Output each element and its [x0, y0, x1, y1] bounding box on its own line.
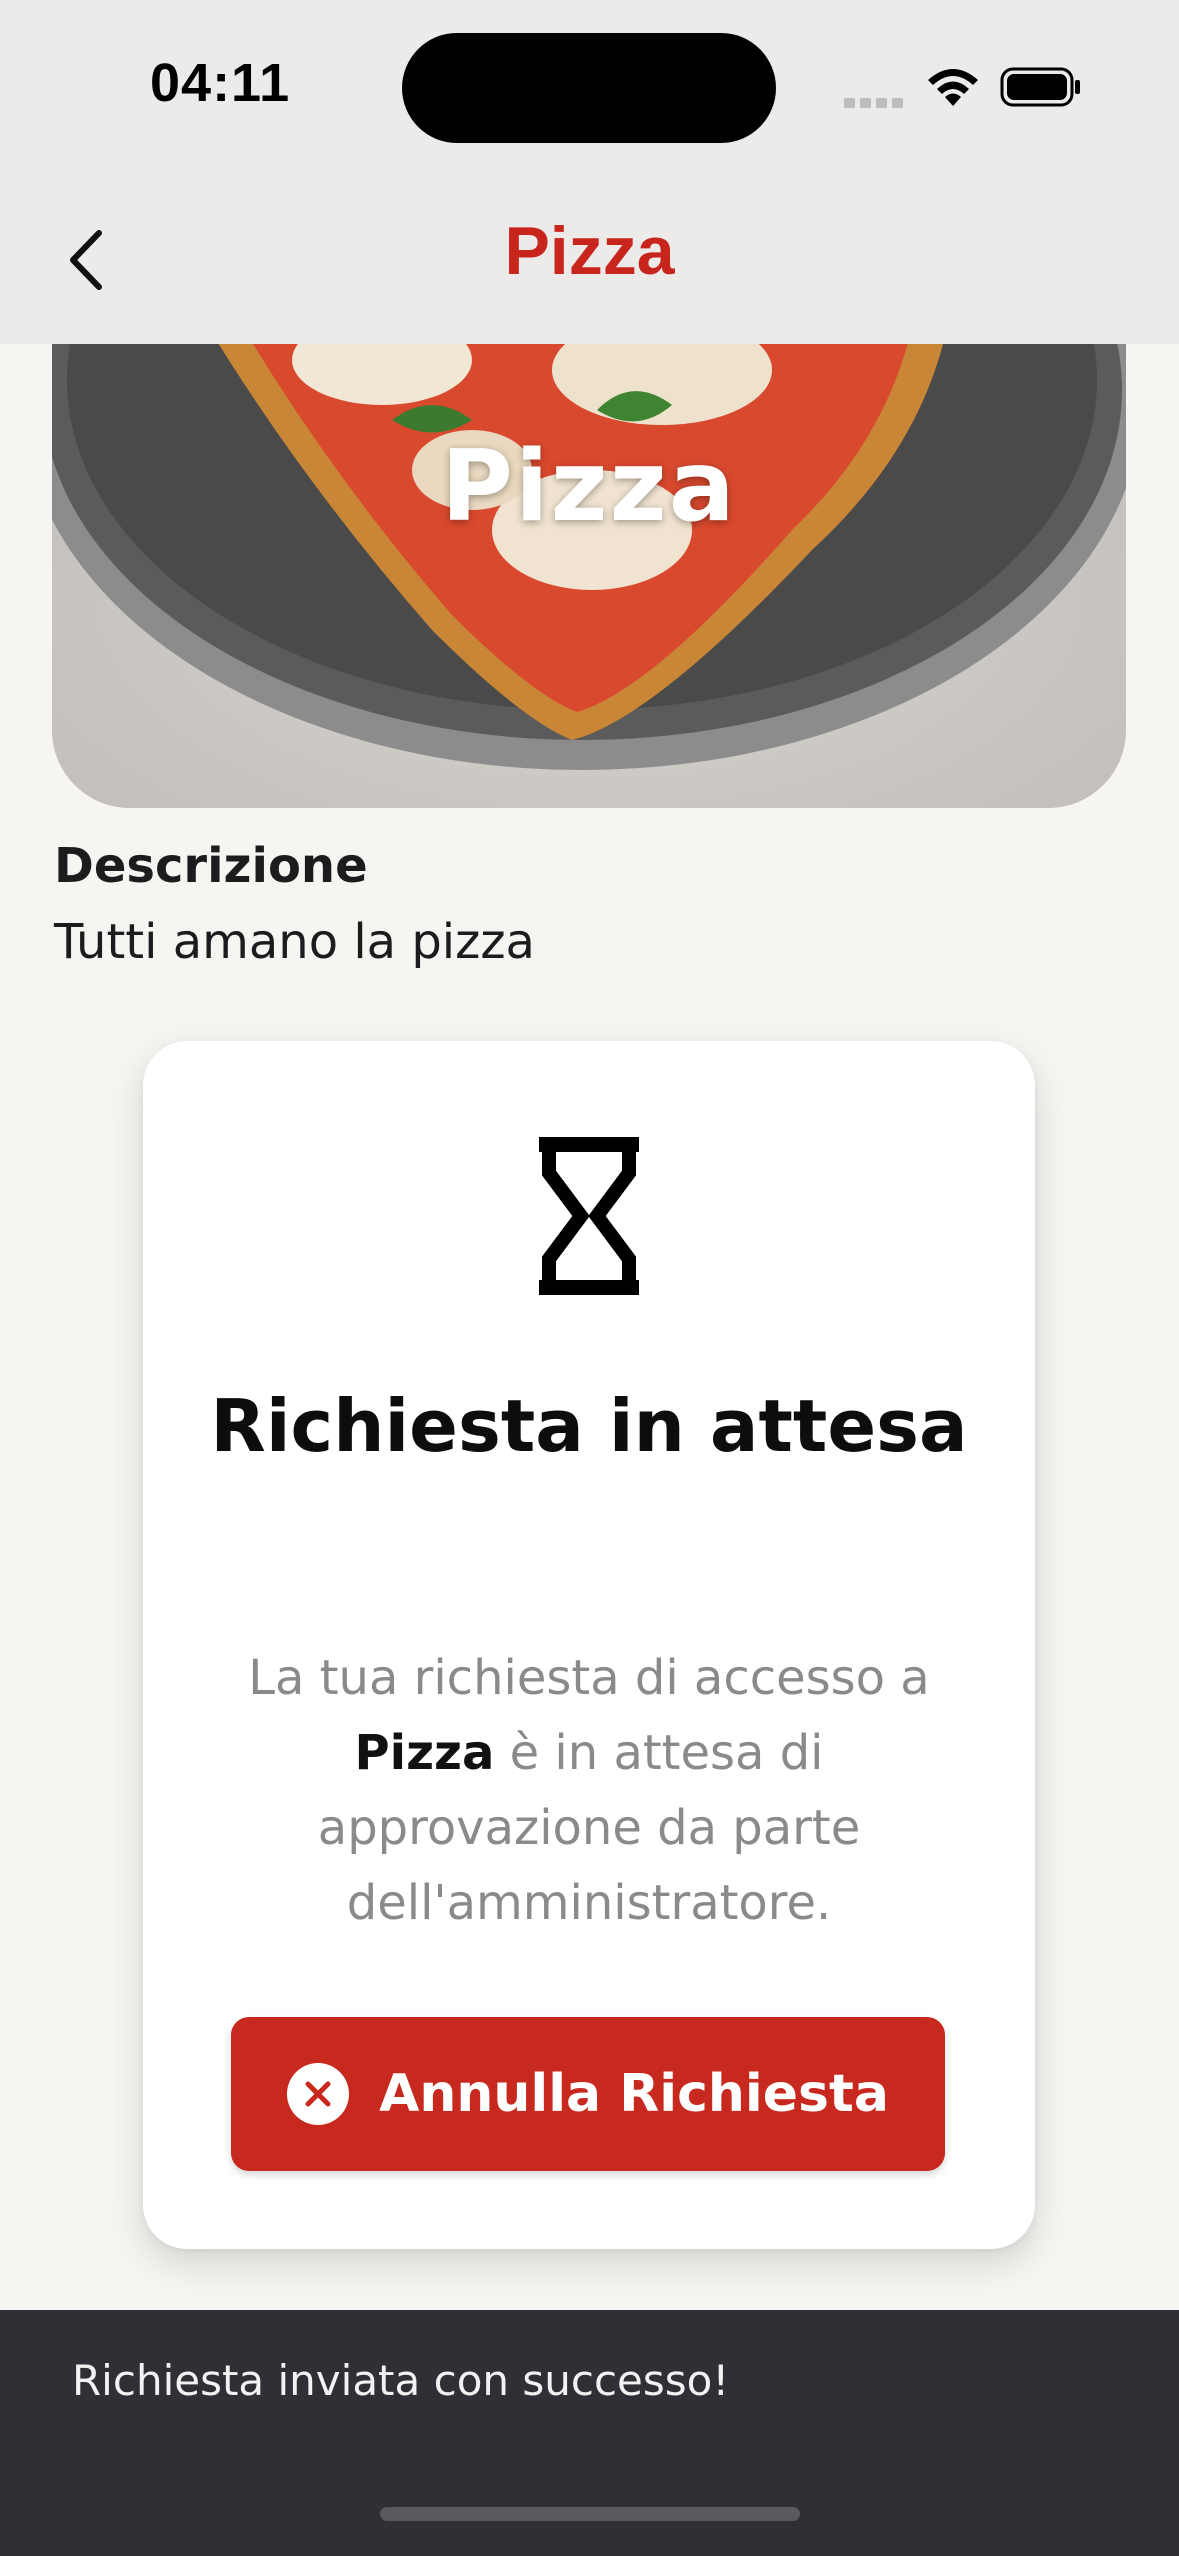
cancel-request-label: Annulla Richiesta: [379, 2064, 889, 2124]
cancel-request-button[interactable]: Annulla Richiesta: [231, 2017, 945, 2171]
home-indicator[interactable]: [380, 2507, 800, 2521]
category-hero-image: Pizza: [52, 300, 1126, 808]
battery-icon: [1000, 67, 1080, 107]
snackbar-message: Richiesta inviata con successo!: [72, 2356, 730, 2405]
screen: Pizza 04:11 Pizza Descrizione Tutti aman…: [0, 0, 1179, 2556]
card-message-prefix: La tua richiesta di accesso a: [248, 1650, 930, 1706]
signal-icon: [892, 98, 903, 108]
close-icon: [305, 2081, 331, 2107]
card-message-category: Pizza: [354, 1725, 495, 1781]
wifi-icon: [928, 69, 978, 106]
close-circle-icon: [287, 2063, 350, 2125]
signal-icon: [844, 98, 855, 108]
card-message: La tua richiesta di accesso a Pizza è in…: [203, 1641, 975, 1941]
hourglass-icon: [539, 1137, 639, 1295]
card-title: Richiesta in attesa: [210, 1384, 968, 1468]
description-label: Descrizione: [54, 838, 368, 894]
pizza-image: [52, 300, 1126, 808]
status-indicators: [840, 62, 1090, 112]
nav-header: 04:11 Pizza: [0, 0, 1179, 344]
pending-request-card: Richiesta in attesa La tua richiesta di …: [143, 1041, 1035, 2249]
hero-title: Pizza: [441, 430, 737, 544]
page-title: Pizza: [504, 213, 675, 289]
signal-icon: [876, 98, 887, 108]
status-time: 04:11: [150, 53, 291, 113]
dynamic-island: [402, 33, 776, 143]
signal-icon: [860, 98, 871, 108]
description-text: Tutti amano la pizza: [54, 914, 535, 970]
